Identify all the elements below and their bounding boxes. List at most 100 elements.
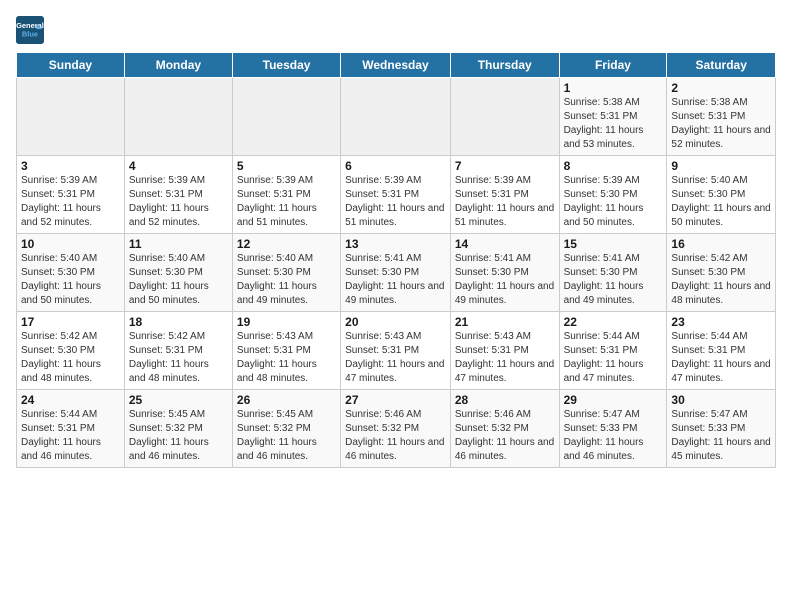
day-number: 19 [237, 315, 336, 329]
week-row-4: 17Sunrise: 5:42 AM Sunset: 5:30 PM Dayli… [17, 312, 776, 390]
day-info: Sunrise: 5:44 AM Sunset: 5:31 PM Dayligh… [671, 330, 771, 386]
day-info: Sunrise: 5:39 AM Sunset: 5:31 PM Dayligh… [21, 174, 120, 230]
day-cell: 11Sunrise: 5:40 AM Sunset: 5:30 PM Dayli… [124, 234, 232, 312]
day-number: 3 [21, 159, 120, 173]
svg-text:Blue: Blue [22, 30, 38, 39]
day-number: 29 [564, 393, 663, 407]
day-number: 20 [345, 315, 446, 329]
day-number: 5 [237, 159, 336, 173]
day-info: Sunrise: 5:40 AM Sunset: 5:30 PM Dayligh… [671, 174, 771, 230]
col-header-tuesday: Tuesday [232, 53, 340, 78]
day-info: Sunrise: 5:39 AM Sunset: 5:31 PM Dayligh… [237, 174, 336, 230]
col-header-monday: Monday [124, 53, 232, 78]
day-number: 6 [345, 159, 446, 173]
day-info: Sunrise: 5:42 AM Sunset: 5:30 PM Dayligh… [671, 252, 771, 308]
day-info: Sunrise: 5:43 AM Sunset: 5:31 PM Dayligh… [345, 330, 446, 386]
day-cell: 21Sunrise: 5:43 AM Sunset: 5:31 PM Dayli… [450, 312, 559, 390]
day-number: 11 [129, 237, 228, 251]
day-info: Sunrise: 5:42 AM Sunset: 5:31 PM Dayligh… [129, 330, 228, 386]
day-info: Sunrise: 5:47 AM Sunset: 5:33 PM Dayligh… [671, 408, 771, 464]
day-info: Sunrise: 5:44 AM Sunset: 5:31 PM Dayligh… [21, 408, 120, 464]
day-number: 21 [455, 315, 555, 329]
day-cell: 8Sunrise: 5:39 AM Sunset: 5:30 PM Daylig… [559, 156, 667, 234]
week-row-5: 24Sunrise: 5:44 AM Sunset: 5:31 PM Dayli… [17, 390, 776, 468]
week-row-2: 3Sunrise: 5:39 AM Sunset: 5:31 PM Daylig… [17, 156, 776, 234]
day-info: Sunrise: 5:41 AM Sunset: 5:30 PM Dayligh… [455, 252, 555, 308]
day-cell: 13Sunrise: 5:41 AM Sunset: 5:30 PM Dayli… [341, 234, 451, 312]
day-cell: 24Sunrise: 5:44 AM Sunset: 5:31 PM Dayli… [17, 390, 125, 468]
header: General Blue [16, 16, 776, 44]
day-number: 10 [21, 237, 120, 251]
day-number: 25 [129, 393, 228, 407]
day-cell: 18Sunrise: 5:42 AM Sunset: 5:31 PM Dayli… [124, 312, 232, 390]
day-info: Sunrise: 5:46 AM Sunset: 5:32 PM Dayligh… [455, 408, 555, 464]
day-number: 8 [564, 159, 663, 173]
col-header-thursday: Thursday [450, 53, 559, 78]
day-number: 1 [564, 81, 663, 95]
day-cell: 22Sunrise: 5:44 AM Sunset: 5:31 PM Dayli… [559, 312, 667, 390]
day-info: Sunrise: 5:39 AM Sunset: 5:30 PM Dayligh… [564, 174, 663, 230]
day-info: Sunrise: 5:40 AM Sunset: 5:30 PM Dayligh… [129, 252, 228, 308]
day-info: Sunrise: 5:40 AM Sunset: 5:30 PM Dayligh… [21, 252, 120, 308]
day-number: 4 [129, 159, 228, 173]
day-cell: 7Sunrise: 5:39 AM Sunset: 5:31 PM Daylig… [450, 156, 559, 234]
day-cell: 9Sunrise: 5:40 AM Sunset: 5:30 PM Daylig… [667, 156, 776, 234]
day-info: Sunrise: 5:41 AM Sunset: 5:30 PM Dayligh… [564, 252, 663, 308]
day-info: Sunrise: 5:39 AM Sunset: 5:31 PM Dayligh… [345, 174, 446, 230]
day-info: Sunrise: 5:41 AM Sunset: 5:30 PM Dayligh… [345, 252, 446, 308]
day-info: Sunrise: 5:38 AM Sunset: 5:31 PM Dayligh… [671, 96, 771, 152]
day-number: 18 [129, 315, 228, 329]
calendar-header: SundayMondayTuesdayWednesdayThursdayFrid… [17, 53, 776, 78]
day-number: 22 [564, 315, 663, 329]
col-header-saturday: Saturday [667, 53, 776, 78]
col-header-wednesday: Wednesday [341, 53, 451, 78]
week-row-3: 10Sunrise: 5:40 AM Sunset: 5:30 PM Dayli… [17, 234, 776, 312]
day-info: Sunrise: 5:40 AM Sunset: 5:30 PM Dayligh… [237, 252, 336, 308]
day-number: 7 [455, 159, 555, 173]
day-cell: 2Sunrise: 5:38 AM Sunset: 5:31 PM Daylig… [667, 78, 776, 156]
day-info: Sunrise: 5:39 AM Sunset: 5:31 PM Dayligh… [129, 174, 228, 230]
day-info: Sunrise: 5:45 AM Sunset: 5:32 PM Dayligh… [237, 408, 336, 464]
day-cell [450, 78, 559, 156]
col-header-sunday: Sunday [17, 53, 125, 78]
day-cell: 15Sunrise: 5:41 AM Sunset: 5:30 PM Dayli… [559, 234, 667, 312]
col-header-friday: Friday [559, 53, 667, 78]
day-number: 12 [237, 237, 336, 251]
day-cell: 16Sunrise: 5:42 AM Sunset: 5:30 PM Dayli… [667, 234, 776, 312]
day-cell: 27Sunrise: 5:46 AM Sunset: 5:32 PM Dayli… [341, 390, 451, 468]
day-cell: 5Sunrise: 5:39 AM Sunset: 5:31 PM Daylig… [232, 156, 340, 234]
day-cell [232, 78, 340, 156]
day-cell: 12Sunrise: 5:40 AM Sunset: 5:30 PM Dayli… [232, 234, 340, 312]
day-cell [341, 78, 451, 156]
day-info: Sunrise: 5:47 AM Sunset: 5:33 PM Dayligh… [564, 408, 663, 464]
day-cell: 6Sunrise: 5:39 AM Sunset: 5:31 PM Daylig… [341, 156, 451, 234]
day-info: Sunrise: 5:39 AM Sunset: 5:31 PM Dayligh… [455, 174, 555, 230]
day-info: Sunrise: 5:43 AM Sunset: 5:31 PM Dayligh… [455, 330, 555, 386]
day-cell: 23Sunrise: 5:44 AM Sunset: 5:31 PM Dayli… [667, 312, 776, 390]
day-number: 30 [671, 393, 771, 407]
day-info: Sunrise: 5:38 AM Sunset: 5:31 PM Dayligh… [564, 96, 663, 152]
day-number: 27 [345, 393, 446, 407]
day-cell: 29Sunrise: 5:47 AM Sunset: 5:33 PM Dayli… [559, 390, 667, 468]
day-cell: 4Sunrise: 5:39 AM Sunset: 5:31 PM Daylig… [124, 156, 232, 234]
day-number: 15 [564, 237, 663, 251]
day-cell: 10Sunrise: 5:40 AM Sunset: 5:30 PM Dayli… [17, 234, 125, 312]
day-number: 26 [237, 393, 336, 407]
day-info: Sunrise: 5:42 AM Sunset: 5:30 PM Dayligh… [21, 330, 120, 386]
day-cell: 19Sunrise: 5:43 AM Sunset: 5:31 PM Dayli… [232, 312, 340, 390]
logo: General Blue [16, 16, 48, 44]
day-info: Sunrise: 5:43 AM Sunset: 5:31 PM Dayligh… [237, 330, 336, 386]
header-row: SundayMondayTuesdayWednesdayThursdayFrid… [17, 53, 776, 78]
day-number: 23 [671, 315, 771, 329]
calendar-table: SundayMondayTuesdayWednesdayThursdayFrid… [16, 52, 776, 468]
day-cell: 26Sunrise: 5:45 AM Sunset: 5:32 PM Dayli… [232, 390, 340, 468]
day-cell [124, 78, 232, 156]
week-row-1: 1Sunrise: 5:38 AM Sunset: 5:31 PM Daylig… [17, 78, 776, 156]
day-cell: 3Sunrise: 5:39 AM Sunset: 5:31 PM Daylig… [17, 156, 125, 234]
day-info: Sunrise: 5:45 AM Sunset: 5:32 PM Dayligh… [129, 408, 228, 464]
day-info: Sunrise: 5:46 AM Sunset: 5:32 PM Dayligh… [345, 408, 446, 464]
day-number: 13 [345, 237, 446, 251]
day-number: 14 [455, 237, 555, 251]
day-number: 2 [671, 81, 771, 95]
day-cell: 17Sunrise: 5:42 AM Sunset: 5:30 PM Dayli… [17, 312, 125, 390]
